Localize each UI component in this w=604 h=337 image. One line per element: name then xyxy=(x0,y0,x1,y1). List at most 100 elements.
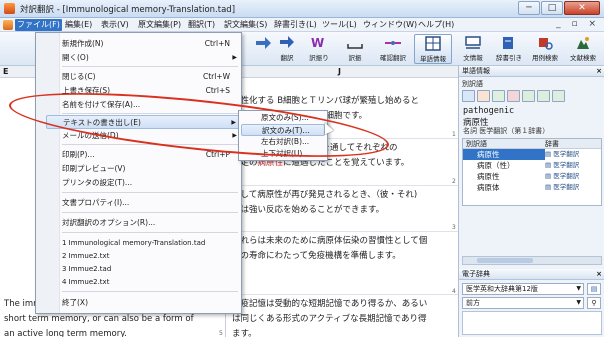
menu-source-edit[interactable]: 原文編集(P) xyxy=(136,19,183,31)
translation-line[interactable]: ます。 xyxy=(232,327,257,337)
word-info-button[interactable]: 単語情報 xyxy=(414,34,452,64)
translation-line[interactable]: は同じくある形式のアクティブな長期記憶であり得 xyxy=(232,312,426,327)
source-line[interactable]: an active long term memory. xyxy=(4,327,127,337)
confirm-translate-icon xyxy=(385,41,401,45)
maximize-button[interactable]: □ xyxy=(541,1,563,15)
minimize-button[interactable]: ─ xyxy=(518,1,540,15)
menu-recent-file[interactable]: 4 Immue2.txt xyxy=(46,275,240,289)
dict-icon: ▤ 医学翻訳 xyxy=(545,150,580,158)
menu-recent-file[interactable]: 3 Immue2.tad xyxy=(46,262,240,276)
title-bar: 対訳翻訳 - [Immunological memory-Translation… xyxy=(0,0,604,18)
lookup-word: pathogenic xyxy=(463,106,515,116)
english-column-label: E xyxy=(3,67,9,76)
export-text-submenu: 原文のみ(S)... 訳文のみ(T)... 左右対訳(B)... 上下対訳(U)… xyxy=(238,110,328,161)
menu-save-as[interactable]: 名前を付けて保存(A)... xyxy=(46,98,240,112)
menu-tools[interactable]: ツール(L) xyxy=(320,19,359,31)
menu-printer-setup[interactable]: プリンタの設定(T)... xyxy=(46,176,240,190)
translate-all-icon: W xyxy=(311,36,324,50)
menu-export-translation-only[interactable]: 訳文のみ(T)... xyxy=(241,124,325,136)
menu-options[interactable]: 対訳翻訳のオプション(R)... xyxy=(46,216,240,230)
dict-icon: ▤ 医学翻訳 xyxy=(545,183,580,191)
panel-tool-button[interactable] xyxy=(522,90,535,102)
menu-export-text[interactable]: テキストの書き出し(E) ▶ xyxy=(46,115,240,129)
menu-export-top-bottom[interactable]: 上下対訳(U)... xyxy=(241,148,325,160)
menu-print[interactable]: 印刷(P)... Ctrl+P xyxy=(46,148,240,162)
panel-tool-button[interactable] xyxy=(507,90,520,102)
translate-icon xyxy=(280,36,294,48)
sentence-info-button[interactable]: 文情報 xyxy=(454,34,492,64)
search-icon[interactable]: ⚲ xyxy=(587,297,601,309)
table-row[interactable]: 病原（性） ▤ 医学翻訳 xyxy=(463,160,601,171)
menu-print-preview[interactable]: 印刷プレビュー(V) xyxy=(46,162,240,176)
panel-toolbar xyxy=(462,90,602,104)
table-header: 別訳語 辞書 xyxy=(463,139,601,149)
menu-exit[interactable]: 終了(X) xyxy=(46,296,240,310)
menu-export-source-only[interactable]: 原文のみ(S)... xyxy=(241,112,325,124)
segment-divider xyxy=(228,231,458,232)
page-number: 3 xyxy=(452,224,456,231)
menu-view[interactable]: 表示(V) xyxy=(99,19,131,31)
dictionary-lookup-button[interactable]: 辞書引き xyxy=(490,34,528,64)
menu-export-side-by-side[interactable]: 左右対訳(B)... xyxy=(241,136,325,148)
dictionary-button[interactable]: ▤ xyxy=(587,283,601,295)
example-search-button[interactable]: 用例検索 xyxy=(526,34,564,64)
dictionary-select[interactable]: 医学英和大辞典第12版 ▼ xyxy=(462,283,584,295)
match-mode-select[interactable]: 前方 ▼ xyxy=(462,297,584,309)
panel-tool-button[interactable] xyxy=(462,90,475,102)
translation-line[interactable]: 新性化する B細胞とＴリンパ球が繁殖し始めると xyxy=(232,94,419,109)
menu-target-edit[interactable]: 訳文編集(S) xyxy=(222,19,269,31)
page-number: 2 xyxy=(452,178,456,185)
panel-tool-button[interactable] xyxy=(537,90,550,102)
dictionary-panel-header: 電子辞典 × xyxy=(459,269,604,280)
panel-tool-button[interactable] xyxy=(552,90,565,102)
menu-close[interactable]: 閉じる(C) Ctrl+W xyxy=(46,70,240,84)
dict-icon: ▤ 医学翻訳 xyxy=(545,161,580,169)
menu-new[interactable]: 新規作成(N) Ctrl+N xyxy=(46,37,240,51)
horizontal-scrollbar[interactable] xyxy=(462,256,602,265)
panel-tool-button[interactable] xyxy=(477,90,490,102)
document-search-button[interactable]: 文献検索 xyxy=(564,34,602,64)
menu-dictionary[interactable]: 辞書引き(L) xyxy=(272,19,319,31)
menu-edit[interactable]: 編集(E) xyxy=(63,19,94,31)
translation-line[interactable]: 免疫記憶は受動的な短期記憶であり得るか、あるい xyxy=(232,297,427,312)
alt-translations-table[interactable]: 別訳語 辞書 病原性 ▤ 医学翻訳 病原（性） ▤ 医学翻訳 病原性 ▤ 医学翻… xyxy=(462,138,602,206)
confirm-translate-button[interactable]: 確認翻訳 xyxy=(374,34,412,64)
translation-line[interactable]: 人の寿命にわたって免疫機構を準備します。 xyxy=(232,249,401,264)
translation-line[interactable]: これらは未来のために病原体伝染の習慣性として個 xyxy=(232,234,427,249)
table-row[interactable]: 病原体 ▤ 医学翻訳 xyxy=(463,182,601,193)
menu-send-mail[interactable]: メールの送信(D) ▶ xyxy=(46,129,240,143)
menu-recent-file[interactable]: 2 Immue2.txt xyxy=(46,249,240,263)
menu-help[interactable]: ヘルプ(H) xyxy=(416,19,456,31)
table-row[interactable]: 病原性 ▤ 医学翻訳 xyxy=(463,149,601,160)
word-info-icon xyxy=(425,36,441,51)
sentence-info-icon xyxy=(465,36,481,49)
menu-file[interactable]: ファイル(F) xyxy=(15,19,62,31)
menu-open[interactable]: 開く(O) ▶ xyxy=(46,51,240,65)
chevron-down-icon: ▼ xyxy=(576,299,581,306)
mdi-controls[interactable]: _ ▫ × xyxy=(556,19,600,29)
submenu-arrow-icon: ▶ xyxy=(232,132,237,139)
window-controls: ─ □ ✕ xyxy=(518,1,600,15)
submenu-arrow-icon: ▶ xyxy=(231,119,236,126)
panel-close-button[interactable]: × xyxy=(596,66,602,77)
translate-all-button[interactable]: W 訳振り xyxy=(300,34,338,64)
menu-window[interactable]: ウィンドウ(W) xyxy=(361,19,419,31)
translation-line[interactable]: として病原性が再び発見されるとき、（彼・それ) xyxy=(232,188,417,203)
menu-translate[interactable]: 翻訳(T) xyxy=(186,19,217,31)
source-line[interactable]: short term memory, or can also be a form… xyxy=(4,312,194,327)
dict-icon: ▤ 医学翻訳 xyxy=(545,172,580,180)
panel-tool-button[interactable] xyxy=(492,90,505,102)
menu-recent-file[interactable]: 1 Immunological memory-Translation.tad xyxy=(46,236,240,250)
word-space-button[interactable]: 訳振 xyxy=(336,34,374,64)
alt-translation-label: 別訳語 xyxy=(462,80,483,88)
panel-close-button[interactable]: × xyxy=(596,269,602,280)
close-button[interactable]: ✕ xyxy=(564,1,600,15)
lookup-source: 名詞 医学翻訳（第１辞書） xyxy=(463,127,550,135)
word-info-header: 単語情報 × xyxy=(459,66,604,77)
menu-document-properties[interactable]: 文書プロパティ(I)... xyxy=(46,196,240,210)
table-row[interactable]: 病原性 ▤ 医学翻訳 xyxy=(463,171,601,182)
menu-save[interactable]: 上書き保存(S) Ctrl+S xyxy=(46,84,240,98)
dictionary-result-area[interactable] xyxy=(462,311,602,335)
window-title: 対訳翻訳 - [Immunological memory-Translation… xyxy=(20,5,236,15)
translation-line[interactable]: らは強い反応を始めることができます。 xyxy=(232,203,384,218)
